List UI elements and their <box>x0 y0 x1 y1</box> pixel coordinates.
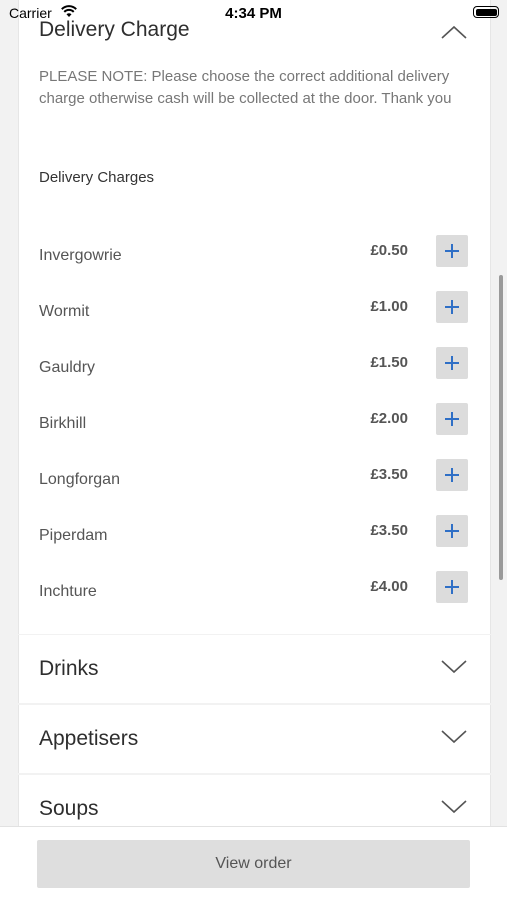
list-item: Invergowrie £0.50 <box>19 235 490 275</box>
section-title-soups: Soups <box>39 797 99 820</box>
delivery-charges-heading: Delivery Charges <box>39 169 155 186</box>
add-button[interactable] <box>436 235 468 267</box>
item-price: £1.50 <box>370 354 408 371</box>
item-name: Inchture <box>39 583 97 600</box>
item-price: £4.00 <box>370 578 408 595</box>
item-name: Birkhill <box>39 415 87 432</box>
item-price: £3.50 <box>370 522 408 539</box>
status-bar: Carrier 4:34 PM <box>0 0 507 28</box>
battery-icon <box>473 6 499 18</box>
item-name: Invergowrie <box>39 247 122 264</box>
chevron-down-icon <box>441 730 467 744</box>
list-item: Birkhill £2.00 <box>19 403 490 443</box>
item-name: Wormit <box>39 303 90 320</box>
section-appetisers[interactable]: Appetisers <box>18 705 491 773</box>
list-item: Inchture £4.00 <box>19 571 490 611</box>
view-order-button[interactable]: View order <box>37 840 470 888</box>
item-price: £0.50 <box>370 242 408 259</box>
chevron-down-icon <box>441 800 467 814</box>
section-drinks[interactable]: Drinks <box>18 635 491 703</box>
add-button[interactable] <box>436 291 468 323</box>
list-item: Piperdam £3.50 <box>19 515 490 555</box>
item-price: £1.00 <box>370 298 408 315</box>
add-button[interactable] <box>436 571 468 603</box>
delivery-charge-section: Delivery Charge PLEASE NOTE: Please choo… <box>18 0 491 634</box>
clock: 4:34 PM <box>225 5 282 22</box>
chevron-down-icon <box>441 660 467 674</box>
item-price: £3.50 <box>370 466 408 483</box>
list-item: Wormit £1.00 <box>19 291 490 331</box>
section-title-appetisers: Appetisers <box>39 727 139 750</box>
list-item: Gauldry £1.50 <box>19 347 490 387</box>
scrollbar[interactable] <box>499 275 503 580</box>
delivery-note: PLEASE NOTE: Please choose the correct a… <box>39 68 452 107</box>
section-title-drinks: Drinks <box>39 657 99 680</box>
item-name: Longforgan <box>39 471 120 488</box>
list-item: Longforgan £3.50 <box>19 459 490 499</box>
item-name: Piperdam <box>39 527 108 544</box>
add-button[interactable] <box>436 515 468 547</box>
item-name: Gauldry <box>39 359 96 376</box>
add-button[interactable] <box>436 459 468 491</box>
footer-bar: View order <box>0 826 507 901</box>
add-button[interactable] <box>436 403 468 435</box>
item-price: £2.00 <box>370 410 408 427</box>
add-button[interactable] <box>436 347 468 379</box>
